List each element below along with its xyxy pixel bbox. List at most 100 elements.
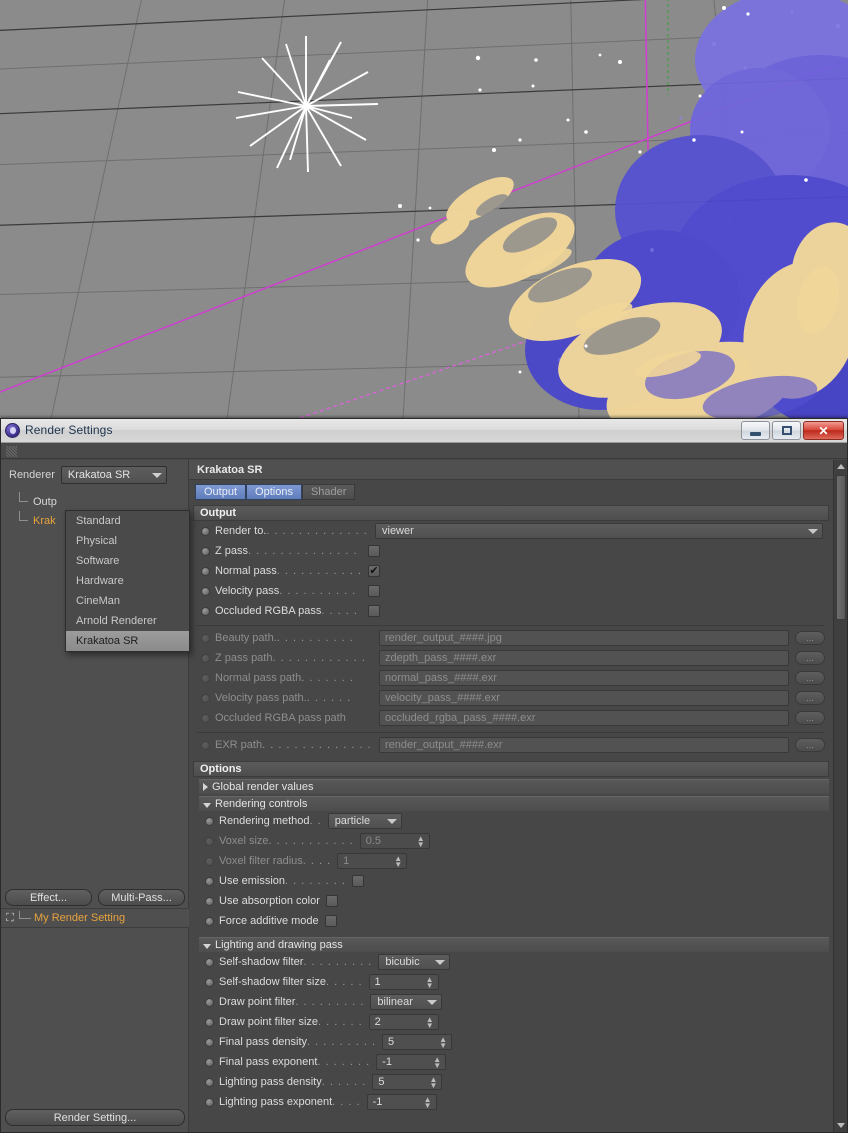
normal-pass-path-input[interactable]: normal_pass_####.exr xyxy=(379,670,789,686)
option-bullet-icon[interactable] xyxy=(205,997,214,1007)
option-bullet-icon[interactable] xyxy=(205,1037,214,1047)
option-bullet-icon[interactable] xyxy=(201,673,210,683)
z-pass-checkbox[interactable] xyxy=(368,545,380,557)
option-bullet-icon[interactable] xyxy=(205,957,214,967)
normal-pass-checkbox[interactable]: ✔ xyxy=(368,565,380,577)
effect-button[interactable]: Effect... xyxy=(5,889,92,906)
tab-options[interactable]: Options xyxy=(246,484,302,500)
dot-leader: . . . . . . . . . xyxy=(307,1036,377,1048)
option-bullet-icon[interactable] xyxy=(205,896,214,906)
close-button[interactable]: ✕ xyxy=(803,421,844,440)
lighting-pass-density-stepper[interactable]: 5 ▲ ▼ xyxy=(372,1074,443,1090)
final-pass-exponent-value: -1 xyxy=(382,1056,392,1068)
label-lighting-pass-density: Lighting pass density xyxy=(219,1076,322,1088)
option-bullet-icon[interactable] xyxy=(205,816,214,826)
stepper-arrows-icon[interactable]: ▲ ▼ xyxy=(429,1076,437,1090)
stepper-arrows-icon[interactable]: ▲ ▼ xyxy=(439,1036,447,1050)
scrollbar-thumb[interactable] xyxy=(836,475,846,620)
drag-grip-icon[interactable] xyxy=(6,446,17,457)
force-additive-mode-checkbox[interactable] xyxy=(324,915,337,927)
viewport-3d[interactable] xyxy=(0,0,848,418)
normal-pass-path-browse-button[interactable]: ... xyxy=(795,671,825,685)
self-shadow-filter-dropdown[interactable]: bicubic xyxy=(378,954,451,970)
voxel-size-stepper[interactable]: 0.5 ▲ ▼ xyxy=(359,833,430,849)
tab-shader[interactable]: Shader xyxy=(301,484,356,500)
group-global-render-values[interactable]: Global render values xyxy=(199,779,829,794)
render-setting-item[interactable]: ⛶ My Render Setting xyxy=(1,908,189,928)
use-absorption-color-checkbox[interactable] xyxy=(325,895,338,907)
renderer-option-software[interactable]: Software xyxy=(66,551,189,571)
option-bullet-icon[interactable] xyxy=(201,740,210,750)
rendering-method-dropdown[interactable]: particle xyxy=(327,813,402,829)
option-bullet-icon[interactable] xyxy=(201,606,210,616)
stepper-arrows-icon[interactable]: ▲ ▼ xyxy=(433,1056,441,1070)
option-bullet-icon[interactable] xyxy=(201,693,210,703)
stepper-arrows-icon[interactable]: ▲ ▼ xyxy=(417,835,425,849)
multipass-button[interactable]: Multi-Pass... xyxy=(98,889,185,906)
z-pass-path-browse-button[interactable]: ... xyxy=(795,651,825,665)
label-draw-point-filter: Draw point filter xyxy=(219,996,296,1008)
option-bullet-icon[interactable] xyxy=(205,876,214,886)
renderer-dropdown[interactable]: Krakatoa SR xyxy=(60,466,167,484)
occluded-rgba-pass-path-input[interactable]: occluded_rgba_pass_####.exr xyxy=(379,710,789,726)
draw-point-filter-dropdown[interactable]: bilinear xyxy=(370,994,443,1010)
z-pass-path-input[interactable]: zdepth_pass_####.exr xyxy=(379,650,789,666)
renderer-option-cineman[interactable]: CineMan xyxy=(66,591,189,611)
occluded-rgba-pass-checkbox[interactable] xyxy=(368,605,380,617)
minimize-button[interactable] xyxy=(741,421,770,440)
renderer-option-standard[interactable]: Standard xyxy=(66,511,189,531)
option-bullet-icon[interactable] xyxy=(201,653,210,663)
stepper-arrows-icon[interactable]: ▲ ▼ xyxy=(426,976,434,990)
scroll-up-button[interactable] xyxy=(834,460,847,473)
scroll-down-button[interactable] xyxy=(834,1119,847,1132)
option-bullet-icon[interactable] xyxy=(205,1057,214,1067)
velocity-pass-path-browse-button[interactable]: ... xyxy=(795,691,825,705)
voxel-filter-radius-stepper[interactable]: 1 ▲ ▼ xyxy=(337,853,408,869)
renderer-option-hardware[interactable]: Hardware xyxy=(66,571,189,591)
use-emission-checkbox[interactable] xyxy=(351,875,364,887)
window-titlebar[interactable]: Render Settings ✕ xyxy=(1,419,847,443)
option-bullet-icon[interactable] xyxy=(205,1097,214,1107)
group-rendering-controls[interactable]: Rendering controls xyxy=(199,796,829,811)
final-pass-density-stepper[interactable]: 5 ▲ ▼ xyxy=(382,1034,453,1050)
lighting-pass-exponent-stepper[interactable]: -1 ▲ ▼ xyxy=(366,1094,437,1110)
stepper-arrows-icon[interactable]: ▲ ▼ xyxy=(426,1016,434,1030)
exr-path-browse-button[interactable]: ... xyxy=(795,738,825,752)
tree-item-output[interactable]: Outp xyxy=(1,492,189,511)
stepper-arrows-icon[interactable]: ▲ ▼ xyxy=(424,1096,432,1110)
option-bullet-icon[interactable] xyxy=(201,586,210,596)
velocity-pass-checkbox[interactable] xyxy=(368,585,380,597)
renderer-option-physical[interactable]: Physical xyxy=(66,531,189,551)
beauty-path-input[interactable]: render_output_####.jpg xyxy=(379,630,789,646)
render-active-icon[interactable]: ⛶ xyxy=(1,912,19,925)
renderer-dropdown-list[interactable]: Standard Physical Software Hardware Cine… xyxy=(65,510,190,652)
group-lighting-and-drawing-pass[interactable]: Lighting and drawing pass xyxy=(199,937,829,952)
option-bullet-icon[interactable] xyxy=(205,977,214,987)
render-setting-button[interactable]: Render Setting... xyxy=(5,1109,185,1126)
option-bullet-icon[interactable] xyxy=(201,546,210,556)
tab-output[interactable]: Output xyxy=(195,484,247,500)
option-bullet-icon[interactable] xyxy=(201,633,210,643)
draw-point-filter-size-stepper[interactable]: 2 ▲ ▼ xyxy=(368,1014,439,1030)
option-bullet-icon[interactable] xyxy=(201,526,210,536)
option-bullet-icon[interactable] xyxy=(205,916,214,926)
option-bullet-icon[interactable] xyxy=(201,566,210,576)
velocity-pass-path-input[interactable]: velocity_pass_####.exr xyxy=(379,690,789,706)
option-bullet-icon[interactable] xyxy=(201,713,210,723)
vertical-scrollbar[interactable] xyxy=(833,460,847,1132)
option-bullet-icon[interactable] xyxy=(205,856,214,866)
panel-header: Krakatoa SR xyxy=(189,460,847,480)
option-bullet-icon[interactable] xyxy=(205,836,214,846)
renderer-option-krakatoa-sr[interactable]: Krakatoa SR xyxy=(66,631,189,651)
occluded-rgba-pass-path-browse-button[interactable]: ... xyxy=(795,711,825,725)
exr-path-input[interactable]: render_output_####.exr xyxy=(379,737,789,753)
maximize-button[interactable] xyxy=(772,421,801,440)
beauty-path-browse-button[interactable]: ... xyxy=(795,631,825,645)
stepper-arrows-icon[interactable]: ▲ ▼ xyxy=(394,855,402,869)
option-bullet-icon[interactable] xyxy=(205,1077,214,1087)
option-bullet-icon[interactable] xyxy=(205,1017,214,1027)
renderer-option-arnold[interactable]: Arnold Renderer xyxy=(66,611,189,631)
render-to-dropdown[interactable]: viewer xyxy=(375,523,823,539)
self-shadow-filter-size-stepper[interactable]: 1 ▲ ▼ xyxy=(368,974,439,990)
final-pass-exponent-stepper[interactable]: -1 ▲ ▼ xyxy=(376,1054,447,1070)
